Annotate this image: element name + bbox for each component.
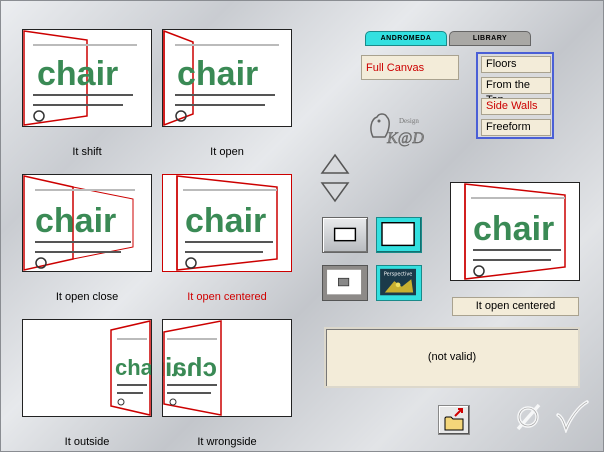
submenu-item-floors[interactable]: Floors — [481, 56, 551, 73]
preset-thumbnail-it-open-close[interactable]: chair — [22, 174, 152, 272]
preset-thumbnail-it-open[interactable]: chair — [162, 29, 292, 127]
filter-dialog: chair chair chair chair ch chai It shift… — [0, 0, 604, 452]
preset-thumbnail-it-shift[interactable]: chair — [22, 29, 152, 127]
ok-checkmark-icon[interactable] — [554, 399, 590, 433]
selected-preset-label: It open centered — [452, 297, 579, 316]
frame-large-button[interactable] — [376, 217, 422, 253]
perspective-icon: Perspective — [380, 268, 416, 296]
preset-image: chair — [176, 175, 278, 271]
preset-label-selected: It open centered — [187, 291, 267, 303]
status-box: (not valid) — [324, 327, 580, 388]
chair-word: chair — [185, 202, 266, 240]
chair-word: chair — [115, 355, 151, 380]
preset-label: It outside — [64, 436, 110, 448]
image-on-canvas-icon — [327, 269, 362, 295]
mode-submenu: Floors From the Top Side Walls Freeform — [476, 52, 554, 139]
preset-thumbnail-it-open-centered[interactable]: chair — [162, 174, 292, 272]
preset-image: chair — [163, 30, 279, 126]
preview-canvas: chair — [450, 182, 580, 281]
tab-library[interactable]: LIBRARY — [449, 31, 531, 46]
submenu-item-freeform[interactable]: Freeform — [481, 119, 551, 136]
logo-small-text: Design — [399, 117, 419, 125]
preset-image: chair — [23, 175, 135, 271]
perspective-label: Perspective — [384, 271, 412, 277]
preset-label: It shift — [72, 146, 102, 158]
open-folder-button[interactable] — [438, 405, 470, 435]
preset-label: It open — [210, 146, 244, 158]
arrow-up-icon[interactable] — [320, 153, 350, 175]
perspective-button[interactable]: Perspective — [376, 265, 422, 301]
image-centered-button[interactable] — [322, 265, 368, 301]
kad-logo: Design K@D — [370, 113, 425, 147]
chair-word: chair — [473, 210, 554, 248]
preset-thumbnail-it-outside[interactable]: chair — [22, 319, 152, 417]
small-rect-icon — [333, 227, 357, 242]
preset-image: chair — [23, 30, 137, 126]
chair-word-mirrored: chair — [163, 352, 217, 382]
arrow-down-icon[interactable] — [320, 181, 350, 203]
large-rect-icon — [381, 222, 415, 247]
logo-text: K@D — [386, 130, 424, 147]
preset-image: chair — [110, 320, 151, 416]
chair-word: chair — [177, 55, 258, 93]
frame-small-button[interactable] — [322, 217, 368, 253]
chair-word: chair — [35, 202, 116, 240]
chair-word: chair — [37, 55, 118, 93]
preset-image: chair — [163, 320, 222, 416]
tab-andromeda[interactable]: ANDROMEDA — [365, 31, 447, 46]
mode-full-canvas-button[interactable]: Full Canvas — [361, 55, 459, 80]
submenu-item-from-the-top[interactable]: From the Top — [481, 77, 551, 106]
cancel-icon[interactable] — [512, 401, 544, 433]
folder-icon — [444, 408, 464, 431]
preset-label: It wrongside — [197, 436, 257, 448]
submenu-item-side-walls[interactable]: Side Walls — [481, 98, 551, 115]
preset-label: It open close — [55, 291, 119, 303]
preview-image: chair — [464, 183, 566, 280]
preset-thumbnail-it-wrongside[interactable]: chair — [162, 319, 292, 417]
